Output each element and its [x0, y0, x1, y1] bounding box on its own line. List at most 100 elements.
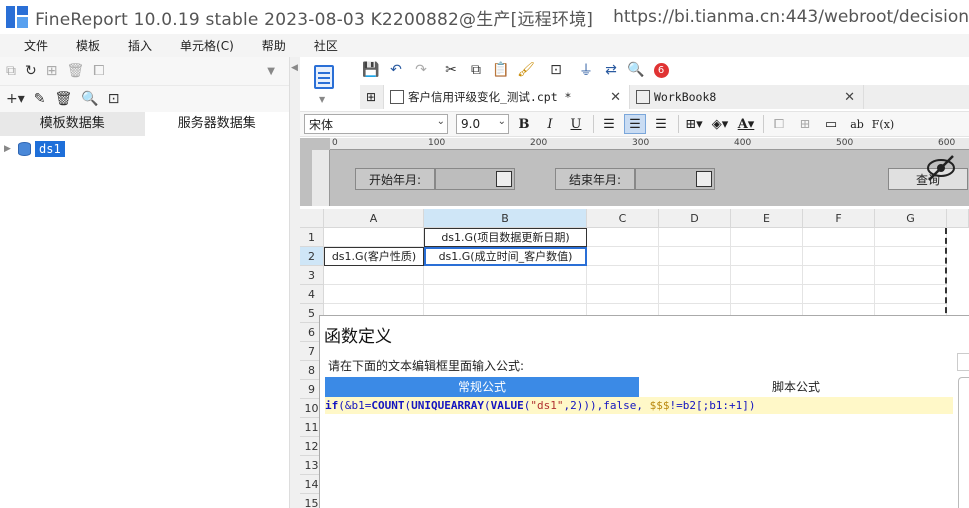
- merge-cells-icon[interactable]: ⧠: [768, 114, 790, 134]
- bold-button[interactable]: B: [513, 114, 535, 134]
- notification-badge[interactable]: 6: [651, 60, 671, 80]
- cell-c1[interactable]: [587, 228, 659, 247]
- search-icon[interactable]: 🔍: [626, 60, 646, 80]
- column-header-g[interactable]: G: [875, 209, 947, 228]
- calendar-icon[interactable]: [496, 171, 512, 187]
- formula-editor[interactable]: if(&b1=COUNT(UNIQUEARRAY(VALUE("ds1",2))…: [325, 397, 953, 414]
- column-header-e[interactable]: E: [731, 209, 803, 228]
- menu-template[interactable]: 模板: [76, 37, 100, 54]
- dialog-side-field[interactable]: [957, 353, 969, 371]
- refresh-icon[interactable]: ↻: [25, 63, 37, 79]
- cell-g2[interactable]: [875, 247, 947, 266]
- split-cells-icon[interactable]: ⊞: [794, 114, 816, 134]
- cell-c3[interactable]: [587, 266, 659, 285]
- tree-item-ds1[interactable]: ▶ ds1: [0, 139, 289, 159]
- delete-icon[interactable]: 🗑: [55, 91, 73, 107]
- close-icon[interactable]: ✕: [844, 90, 855, 105]
- cell-b2[interactable]: ds1.G(成立时间_客户数值): [424, 247, 587, 266]
- paste-icon[interactable]: 📋: [491, 60, 511, 80]
- column-header-c[interactable]: C: [587, 209, 659, 228]
- cell-f3[interactable]: [803, 266, 875, 285]
- column-header-a[interactable]: A: [324, 209, 424, 228]
- align-left-icon[interactable]: ☰: [598, 114, 620, 134]
- tab-server-dataset[interactable]: 服务器数据集: [144, 112, 289, 136]
- cell-f4[interactable]: [803, 285, 875, 304]
- tab-document-2[interactable]: WorkBook8 ✕: [630, 85, 864, 109]
- row-header[interactable]: 1: [300, 228, 324, 247]
- tab-list-icon[interactable]: ⊞: [360, 85, 384, 109]
- cell-a3[interactable]: [324, 266, 424, 285]
- cell-d3[interactable]: [659, 266, 731, 285]
- cell-g4[interactable]: [875, 285, 947, 304]
- cell-e3[interactable]: [731, 266, 803, 285]
- cell-e2[interactable]: [731, 247, 803, 266]
- sync-icon[interactable]: ⇄: [601, 60, 621, 80]
- edit-icon[interactable]: ✎: [34, 91, 46, 107]
- tree-item-label[interactable]: ds1: [35, 141, 65, 157]
- redo-icon[interactable]: ↷: [411, 60, 431, 80]
- template-params-icon[interactable]: ⊡: [546, 60, 566, 80]
- insert-row-icon[interactable]: ▭: [820, 114, 842, 134]
- cell-b1[interactable]: ds1.G(项目数据更新日期): [424, 228, 587, 247]
- row-header[interactable]: 3: [300, 266, 324, 285]
- cell-d2[interactable]: [659, 247, 731, 266]
- cell-c4[interactable]: [587, 285, 659, 304]
- cell-g3[interactable]: [875, 266, 947, 285]
- font-family-select[interactable]: 宋体 ⌄: [304, 114, 448, 134]
- plugin-icon[interactable]: ⏚: [576, 60, 596, 80]
- dataset-params-icon[interactable]: ⊡: [108, 91, 120, 107]
- formula-button[interactable]: F(x): [872, 114, 894, 134]
- column-header-d[interactable]: D: [659, 209, 731, 228]
- align-center-icon[interactable]: ☰: [624, 114, 646, 134]
- menu-help[interactable]: 帮助: [262, 37, 286, 54]
- copy-disabled-icon[interactable]: ⧠: [93, 63, 104, 79]
- select-all-corner[interactable]: [300, 209, 324, 228]
- panel-splitter[interactable]: ◀: [290, 57, 300, 508]
- server-dataset-icon[interactable]: ⊞: [46, 63, 58, 79]
- cell-e1[interactable]: [731, 228, 803, 247]
- expand-arrow-icon[interactable]: ▶: [4, 144, 18, 154]
- cell-a4[interactable]: [324, 285, 424, 304]
- cell-g1[interactable]: [875, 228, 947, 247]
- cell-b3[interactable]: [424, 266, 587, 285]
- text-cell-button[interactable]: ab: [846, 114, 868, 134]
- row-header[interactable]: 4: [300, 285, 324, 304]
- menu-insert[interactable]: 插入: [128, 37, 152, 54]
- font-color-icon[interactable]: A▾: [735, 114, 757, 134]
- tab-template-dataset[interactable]: 模板数据集: [0, 112, 145, 136]
- collapse-left-icon[interactable]: ◀: [291, 63, 298, 73]
- cell-f2[interactable]: [803, 247, 875, 266]
- cell-f1[interactable]: [803, 228, 875, 247]
- preview-icon[interactable]: 🔍: [81, 91, 98, 107]
- italic-button[interactable]: I: [539, 114, 561, 134]
- format-painter-icon[interactable]: 🖌: [516, 60, 536, 80]
- tab-regular-formula[interactable]: 常规公式: [325, 377, 639, 397]
- font-size-select[interactable]: 9.0 ⌄: [456, 114, 509, 134]
- menu-cell[interactable]: 单元格(C): [180, 37, 234, 54]
- end-date-input[interactable]: [635, 168, 715, 190]
- cut-icon[interactable]: ✂: [441, 60, 461, 80]
- fill-color-icon[interactable]: ◈▾: [709, 114, 731, 134]
- cell-a2[interactable]: ds1.G(客户性质): [324, 247, 424, 266]
- new-dataset-icon[interactable]: ⧉: [6, 63, 16, 79]
- cell-d4[interactable]: [659, 285, 731, 304]
- cell-d1[interactable]: [659, 228, 731, 247]
- close-icon[interactable]: ✕: [610, 90, 621, 105]
- calendar-icon[interactable]: [696, 171, 712, 187]
- cell-e4[interactable]: [731, 285, 803, 304]
- collapse-icon[interactable]: ▼: [267, 66, 275, 77]
- border-icon[interactable]: ⊞▾: [683, 114, 705, 134]
- underline-button[interactable]: U: [565, 114, 587, 134]
- start-date-input[interactable]: [435, 168, 515, 190]
- save-icon[interactable]: 💾: [361, 60, 381, 80]
- align-right-icon[interactable]: ☰: [650, 114, 672, 134]
- menu-file[interactable]: 文件: [24, 37, 48, 54]
- cell-a1[interactable]: [324, 228, 424, 247]
- column-header-h[interactable]: [947, 209, 969, 228]
- cell-c2[interactable]: [587, 247, 659, 266]
- copy-icon[interactable]: ⧉: [466, 60, 486, 80]
- column-header-f[interactable]: F: [803, 209, 875, 228]
- cell-b4[interactable]: [424, 285, 587, 304]
- menu-community[interactable]: 社区: [314, 37, 338, 54]
- undo-icon[interactable]: ↶: [386, 60, 406, 80]
